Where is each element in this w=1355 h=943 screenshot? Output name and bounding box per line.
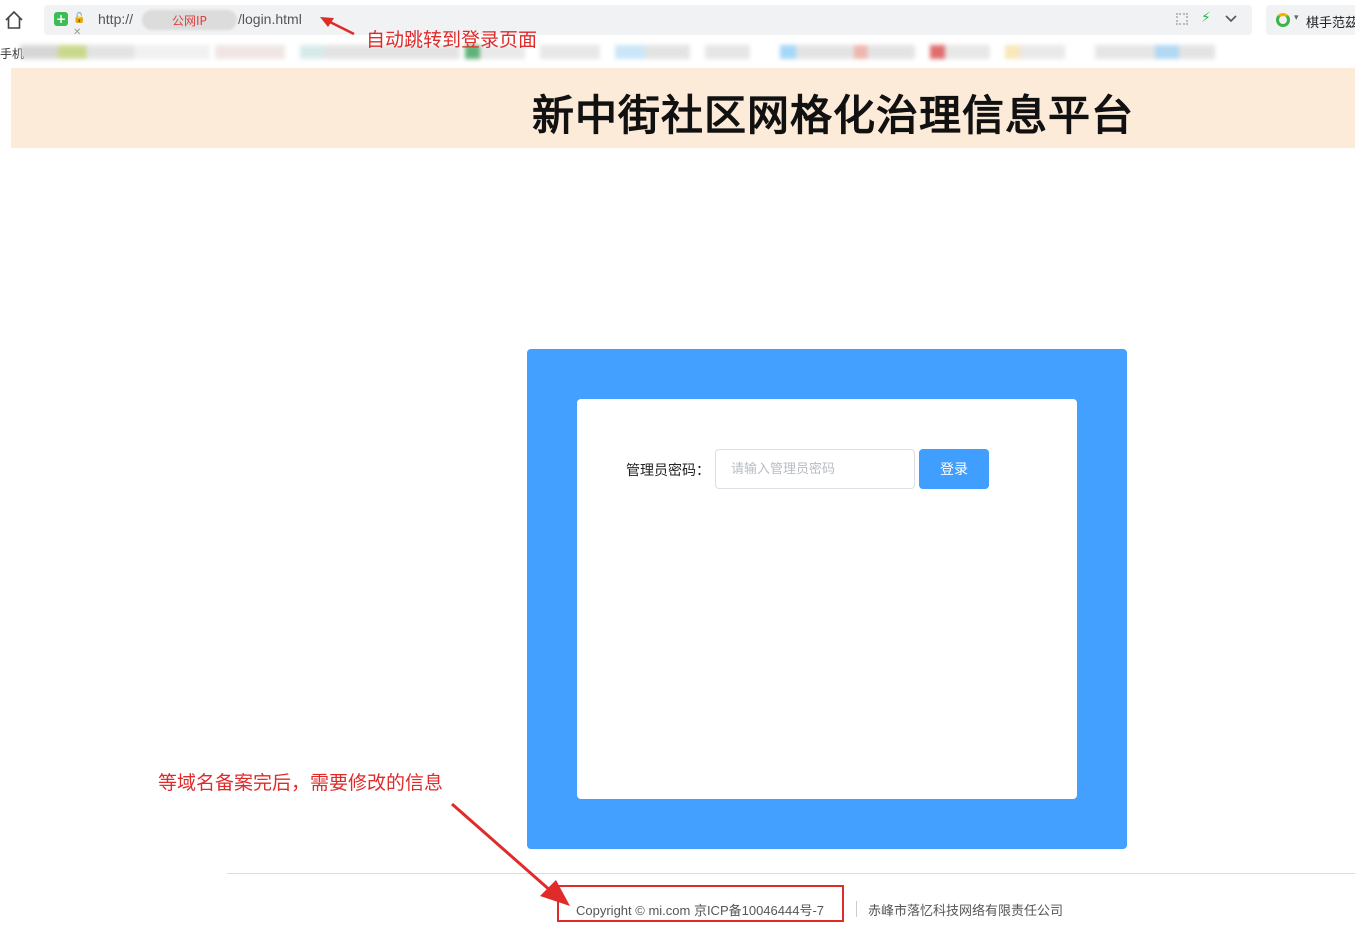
lightning-icon[interactable]: ⚡ [1201, 10, 1211, 26]
caret-down-icon[interactable]: ▾ [1294, 13, 1299, 23]
footer-divider [227, 873, 1355, 874]
url-path: /login.html [238, 11, 302, 27]
annotation-highlight-box [557, 885, 844, 922]
bookmark-item[interactable] [1095, 45, 1215, 59]
search-engine-icon [1276, 13, 1290, 27]
search-engine-text[interactable]: 棋手范茲 [1306, 12, 1355, 31]
password-label: 管理员密码： [626, 463, 710, 479]
bookmark-item[interactable] [215, 45, 285, 59]
annotation-arrow-icon [320, 17, 355, 36]
login-button[interactable]: 登录 [919, 449, 989, 489]
bookmark-item[interactable] [705, 45, 750, 59]
annotation-arrow-icon [451, 802, 570, 906]
bookmark-item[interactable] [930, 45, 990, 59]
url-annotation: 自动跳转到登录页面 [366, 29, 538, 51]
chevron-down-icon[interactable] [1224, 12, 1238, 26]
page-title: 新中街社区网格化治理信息平台 [532, 91, 1135, 140]
company-name: 赤峰市落忆科技网络有限责任公司 [868, 904, 1064, 919]
lock-off-icon[interactable]: 🔓✕ [73, 12, 91, 38]
bookmark-item[interactable] [20, 45, 210, 59]
bookmark-item[interactable] [1005, 45, 1065, 59]
password-input[interactable] [715, 449, 915, 489]
bookmark-item[interactable] [615, 45, 690, 59]
security-shield-icon[interactable]: + [54, 12, 68, 26]
qr-code-icon[interactable] [1176, 13, 1188, 25]
home-icon[interactable] [4, 10, 24, 30]
bookmarks-bar: 手机 [0, 40, 1355, 66]
footer-separator [856, 901, 857, 917]
bookmark-item[interactable] [780, 45, 915, 59]
url-ip-label: 公网IP [172, 14, 207, 28]
footer-annotation: 等域名备案完后，需要修改的信息 [158, 772, 444, 794]
browser-toolbar: + 🔓✕ http:// 公网IP /login.html ⚡ ▾ 棋手范茲 [0, 0, 1355, 40]
url-scheme: http:// [98, 11, 134, 27]
bookmark-item[interactable] [540, 45, 600, 59]
